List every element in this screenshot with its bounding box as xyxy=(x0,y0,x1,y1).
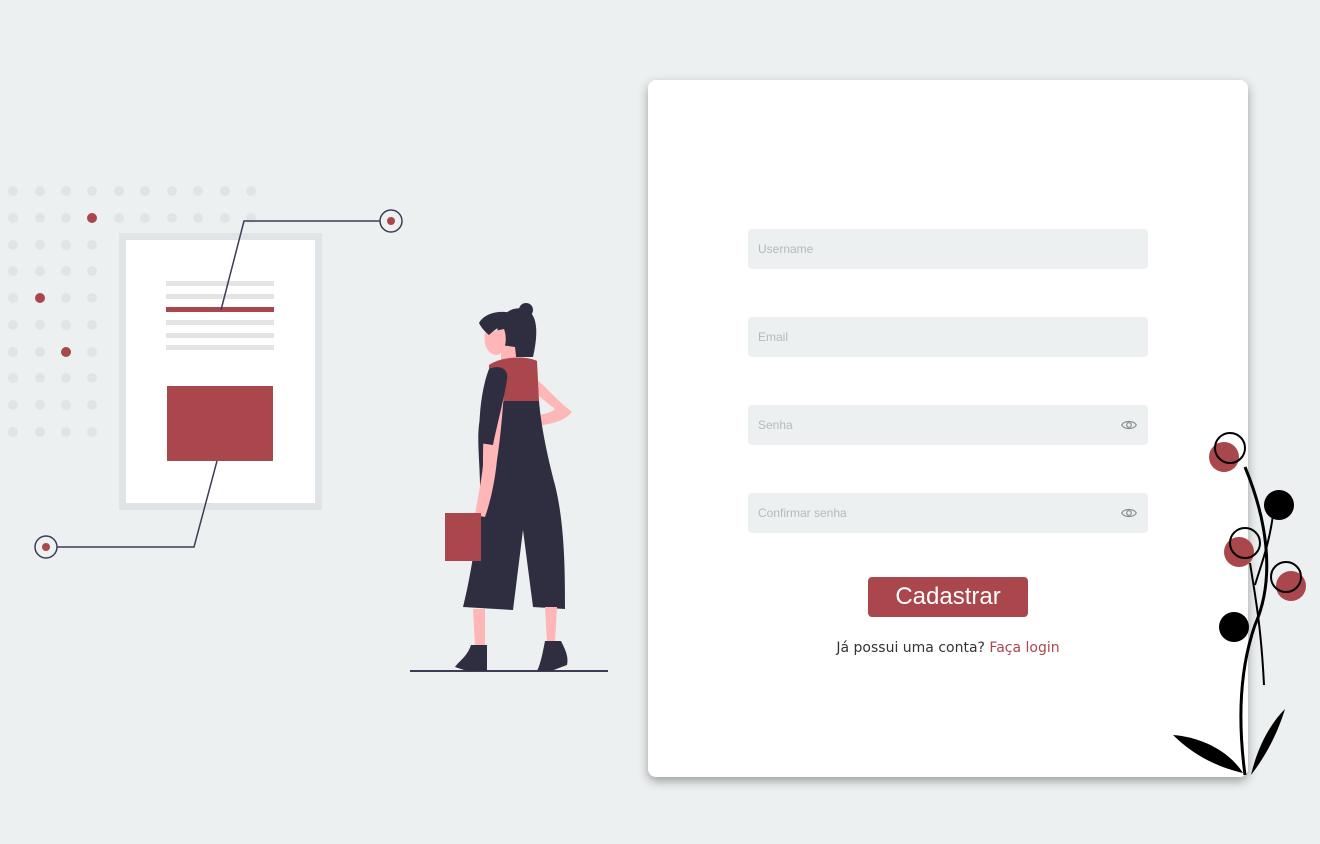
document-image-block xyxy=(167,386,273,461)
eye-icon[interactable] xyxy=(1120,417,1138,433)
document-illustration xyxy=(8,186,403,559)
handbag xyxy=(445,513,481,561)
password-field[interactable] xyxy=(748,405,1148,445)
email-input[interactable] xyxy=(748,317,1148,357)
register-button[interactable]: Cadastrar xyxy=(868,577,1028,617)
confirm-password-input[interactable] xyxy=(748,493,1148,533)
flower-decoration xyxy=(1173,432,1306,776)
email-field[interactable] xyxy=(748,317,1148,357)
register-card: Cadastrar Já possui uma conta? Faça logi… xyxy=(648,80,1248,777)
login-prompt-text: Já possui uma conta? xyxy=(836,640,985,656)
accent-dots xyxy=(35,213,97,357)
username-field[interactable] xyxy=(748,229,1148,269)
login-prompt: Já possui uma conta? Faça login xyxy=(648,640,1248,656)
username-input[interactable] xyxy=(748,229,1148,269)
login-link[interactable]: Faça login xyxy=(989,640,1059,656)
eye-icon[interactable] xyxy=(1120,505,1138,521)
password-input[interactable] xyxy=(748,405,1148,445)
confirm-password-field[interactable] xyxy=(748,493,1148,533)
woman-illustration xyxy=(410,303,608,672)
document-page xyxy=(126,240,315,503)
